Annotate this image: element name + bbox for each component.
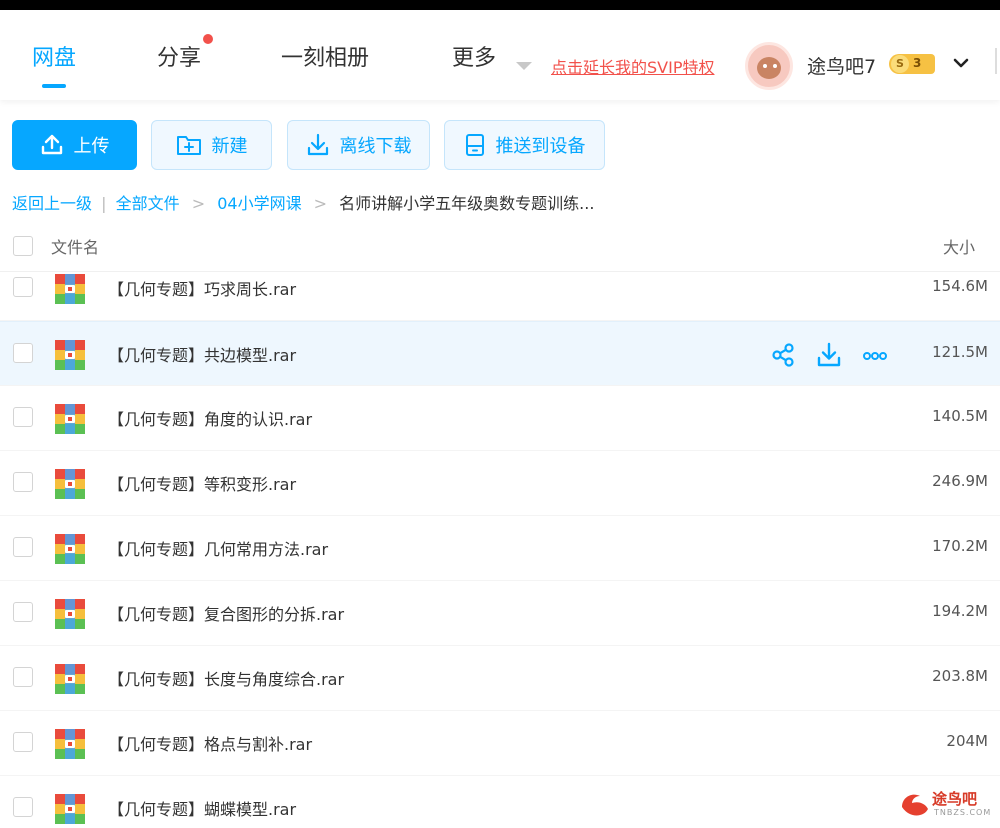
rar-file-icon <box>55 340 85 370</box>
avatar[interactable] <box>745 42 793 90</box>
file-row[interactable]: 【几何专题】几何常用方法.rar 170.2M <box>0 516 1000 581</box>
file-name[interactable]: 【几何专题】格点与割补.rar <box>108 731 312 755</box>
file-size: 246.9M <box>932 472 988 490</box>
notification-dot <box>203 34 214 44</box>
row-checkbox[interactable] <box>13 277 33 297</box>
tab-share-label: 分享 <box>157 46 202 71</box>
row-checkbox[interactable] <box>13 407 33 427</box>
column-name[interactable]: 文件名 <box>51 234 99 258</box>
file-size: 203.8M <box>932 667 988 685</box>
row-checkbox[interactable] <box>13 602 33 622</box>
tab-album[interactable]: 一刻相册 <box>281 40 369 72</box>
file-size: 170.2M <box>932 537 988 555</box>
file-row[interactable]: 【几何专题】蝴蝶模型.rar <box>0 776 1000 828</box>
breadcrumb-all-files[interactable]: 全部文件 <box>116 194 180 213</box>
rar-file-icon <box>55 404 85 434</box>
file-name[interactable]: 【几何专题】等积变形.rar <box>108 471 296 495</box>
file-size: 121.5M <box>932 343 988 361</box>
file-row[interactable]: 【几何专题】格点与割补.rar 204M <box>0 711 1000 776</box>
avatar-face <box>757 57 781 79</box>
file-row[interactable]: 【几何专题】等积变形.rar 246.9M <box>0 451 1000 516</box>
chevron-down-icon[interactable] <box>952 54 970 72</box>
file-name[interactable]: 【几何专题】复合图形的分拆.rar <box>108 601 344 625</box>
rar-file-icon <box>55 664 85 694</box>
file-size: 204M <box>946 732 988 750</box>
watermark-subtext: TNBZS.COM <box>934 808 992 817</box>
download-icon[interactable] <box>816 342 842 368</box>
rar-file-icon <box>55 794 85 824</box>
file-name[interactable]: 【几何专题】几何常用方法.rar <box>108 536 328 560</box>
svip-level-badge: S 3 <box>889 54 935 74</box>
new-folder-button[interactable]: 新建 <box>151 120 272 170</box>
upload-button[interactable]: 上传 <box>12 120 137 170</box>
row-checkbox[interactable] <box>13 343 33 363</box>
push-to-device-label: 推送到设备 <box>495 136 586 157</box>
row-checkbox[interactable] <box>13 667 33 687</box>
file-size: 140.5M <box>932 407 988 425</box>
breadcrumb-folder[interactable]: 04小学网课 <box>217 194 301 213</box>
file-name[interactable]: 【几何专题】巧求周长.rar <box>108 276 296 300</box>
new-label: 新建 <box>211 136 248 157</box>
header-divider <box>995 48 997 74</box>
upload-label: 上传 <box>73 136 110 157</box>
download-icon <box>307 133 328 156</box>
offline-download-button[interactable]: 离线下载 <box>287 120 430 170</box>
file-name[interactable]: 【几何专题】共边模型.rar <box>108 342 296 366</box>
file-list-header: 文件名 大小 <box>0 224 1000 272</box>
watermark-logo: 途鸟吧 TNBZS.COM <box>898 785 994 825</box>
file-row[interactable]: 【几何专题】角度的认识.rar 140.5M <box>0 386 1000 451</box>
bird-logo-icon <box>902 794 928 816</box>
back-link[interactable]: 返回上一级 <box>12 194 92 213</box>
push-to-device-button[interactable]: 推送到设备 <box>444 120 605 170</box>
breadcrumb: 返回上一级 | 全部文件 > 04小学网课 > 名师讲解小学五年级奥数专题训练.… <box>12 190 594 214</box>
rar-file-icon <box>55 469 85 499</box>
tab-share[interactable]: 分享 <box>157 34 214 72</box>
row-checkbox[interactable] <box>13 797 33 817</box>
tab-netdisk[interactable]: 网盘 <box>32 40 76 88</box>
more-icon[interactable] <box>862 342 888 368</box>
svip-level: 3 <box>913 56 922 70</box>
breadcrumb-separator: | <box>101 194 107 213</box>
file-name[interactable]: 【几何专题】长度与角度综合.rar <box>108 666 344 690</box>
file-row[interactable]: 【几何专题】巧求周长.rar 154.6M <box>0 272 1000 321</box>
avatar-eye <box>773 64 777 68</box>
new-folder-icon <box>176 136 201 155</box>
file-row[interactable]: 【几何专题】复合图形的分拆.rar 194.2M <box>0 581 1000 646</box>
top-navigation: 网盘 分享 一刻相册 更多 点击延长我的SVIP特权 途鸟吧7 S 3 <box>0 10 1000 100</box>
file-name[interactable]: 【几何专题】角度的认识.rar <box>108 406 312 430</box>
avatar-eye <box>763 64 767 68</box>
row-checkbox[interactable] <box>13 732 33 752</box>
row-checkbox[interactable] <box>13 537 33 557</box>
file-list: 【几何专题】巧求周长.rar 154.6M 【几何专题】共边模型.rar 121… <box>0 272 1000 828</box>
row-checkbox[interactable] <box>13 472 33 492</box>
breadcrumb-current: 名师讲解小学五年级奥数专题训练... <box>339 194 595 213</box>
rar-file-icon <box>55 729 85 759</box>
file-size: 194.2M <box>932 602 988 620</box>
rar-file-icon <box>55 274 85 304</box>
coin-icon: S <box>891 55 909 73</box>
file-size: 154.6M <box>932 277 988 295</box>
file-row[interactable]: 【几何专题】共边模型.rar 121.5M <box>0 321 1000 386</box>
svip-renew-link[interactable]: 点击延长我的SVIP特权 <box>551 54 714 78</box>
tab-more[interactable]: 更多 <box>452 40 496 72</box>
watermark-text: 途鸟吧 <box>932 790 978 808</box>
file-row[interactable]: 【几何专题】长度与角度综合.rar 203.8M <box>0 646 1000 711</box>
rar-file-icon <box>55 599 85 629</box>
share-icon[interactable] <box>770 342 796 368</box>
breadcrumb-chevron-icon: > <box>313 194 328 213</box>
column-size[interactable]: 大小 <box>943 234 975 258</box>
file-name[interactable]: 【几何专题】蝴蝶模型.rar <box>108 796 296 820</box>
window-top-bar <box>0 0 1000 10</box>
row-actions <box>770 342 895 368</box>
rar-file-icon <box>55 534 85 564</box>
upload-icon <box>41 134 62 155</box>
select-all-checkbox[interactable] <box>13 236 33 256</box>
breadcrumb-chevron-icon: > <box>191 194 206 213</box>
more-dropdown-icon[interactable] <box>516 62 532 70</box>
username[interactable]: 途鸟吧7 <box>807 52 876 79</box>
offline-download-label: 离线下载 <box>339 136 412 157</box>
device-icon <box>465 134 484 156</box>
